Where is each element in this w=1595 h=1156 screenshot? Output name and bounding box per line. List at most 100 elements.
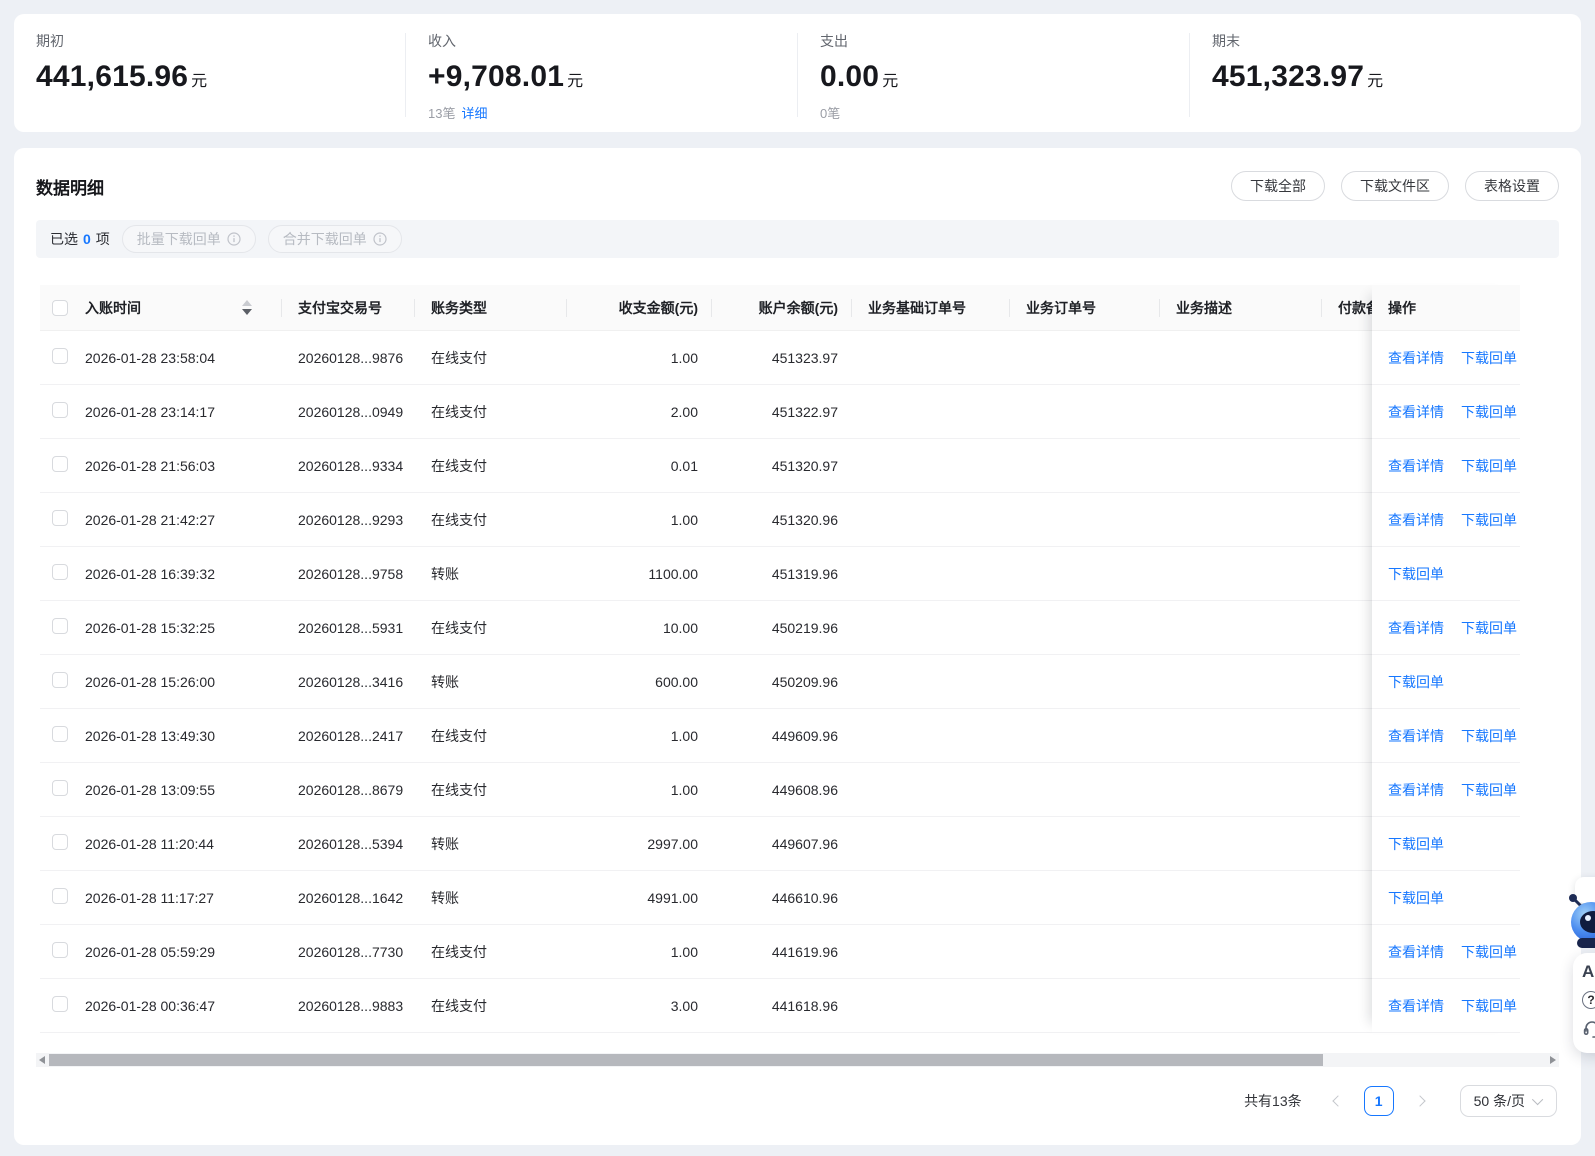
- page-size-select[interactable]: 50 条/页: [1459, 1085, 1557, 1117]
- scrollbar-track[interactable]: [48, 1053, 1547, 1067]
- view-details-link[interactable]: 查看详情: [1388, 618, 1444, 638]
- table-row: 2026-01-28 00:36:47 20260128...9883 在线支付 3.…: [40, 979, 1372, 1033]
- row-checkbox[interactable]: [52, 834, 68, 850]
- download-receipt-link[interactable]: 下载回单: [1461, 348, 1517, 368]
- scroll-left-arrow-icon[interactable]: [36, 1053, 48, 1067]
- sort-icon[interactable]: [242, 300, 252, 315]
- stat-label: 支出: [820, 33, 848, 49]
- stat-value: 0.00: [820, 60, 880, 93]
- help-question-icon[interactable]: ?: [1582, 990, 1595, 1009]
- checkbox-cell: [40, 402, 77, 421]
- stat-unit: 元: [1367, 73, 1384, 90]
- selected-prefix: 已选: [50, 231, 78, 247]
- cell-account-type: 在线支付: [431, 511, 487, 528]
- stat-value: 451,323.97: [1212, 60, 1365, 93]
- cell-time: 2026-01-28 15:32:25: [85, 619, 215, 636]
- table-row: 2026-01-28 23:14:17 20260128...0949 在线支付 2.…: [40, 385, 1372, 439]
- cell-amount: 0.01: [670, 457, 698, 474]
- page-title: 数据明细: [36, 178, 104, 198]
- view-details-link[interactable]: 查看详情: [1388, 348, 1444, 368]
- chevron-down-icon: [1531, 1093, 1544, 1106]
- header-amount: 收支金额(元): [567, 285, 712, 330]
- select-all-checkbox[interactable]: [52, 299, 68, 316]
- cell-txn-id: 20260128...5394: [298, 835, 404, 852]
- table-settings-button[interactable]: 表格设置: [1465, 171, 1559, 201]
- total-count-label: 共有13条: [1244, 1093, 1302, 1109]
- download-receipt-link[interactable]: 下载回单: [1461, 402, 1517, 422]
- download-receipt-link[interactable]: 下载回单: [1461, 780, 1517, 800]
- row-checkbox[interactable]: [52, 942, 68, 958]
- transactions-table: 入账时间 支付宝交易号 账务类型 收支金额(元) 账户余额(元) 业务基础订单号…: [40, 285, 1520, 1033]
- cell-account-type: 转账: [431, 889, 459, 906]
- cell-time: 2026-01-28 21:42:27: [85, 511, 215, 528]
- row-checkbox[interactable]: [52, 996, 68, 1012]
- row-checkbox[interactable]: [52, 510, 68, 526]
- cell-amount: 1.00: [670, 727, 698, 744]
- page-number-button[interactable]: 1: [1363, 1086, 1394, 1116]
- cell-amount: 1100.00: [648, 565, 698, 582]
- download-receipt-link[interactable]: 下载回单: [1461, 510, 1517, 530]
- download-receipt-link[interactable]: 下载回单: [1461, 726, 1517, 746]
- view-details-link[interactable]: 查看详情: [1388, 456, 1444, 476]
- next-page-button[interactable]: [1408, 1089, 1432, 1113]
- scroll-right-arrow-icon[interactable]: [1547, 1053, 1559, 1067]
- cell-time: 2026-01-28 11:17:27: [85, 889, 214, 906]
- ai-assistant-button[interactable]: A: [1582, 963, 1594, 981]
- download-receipt-link[interactable]: 下载回单: [1388, 834, 1444, 854]
- row-checkbox[interactable]: [52, 456, 68, 472]
- row-checkbox[interactable]: [52, 888, 68, 904]
- cell-account-type: 在线支付: [431, 619, 487, 636]
- download-receipt-link[interactable]: 下载回单: [1388, 672, 1444, 692]
- download-receipt-link[interactable]: 下载回单: [1461, 618, 1517, 638]
- row-checkbox[interactable]: [52, 402, 68, 418]
- download-receipt-link[interactable]: 下载回单: [1388, 564, 1444, 584]
- horizontal-scrollbar[interactable]: [36, 1053, 1559, 1067]
- download-receipt-link[interactable]: 下载回单: [1388, 888, 1444, 908]
- cell-balance: 451322.97: [771, 403, 838, 420]
- income-detail-link[interactable]: 详细: [461, 106, 487, 121]
- download-all-button[interactable]: 下载全部: [1231, 171, 1325, 201]
- view-details-link[interactable]: 查看详情: [1388, 996, 1444, 1016]
- row-checkbox[interactable]: [52, 618, 68, 634]
- row-actions: 查看详情 下载回单: [1372, 601, 1520, 655]
- download-receipt-link[interactable]: 下载回单: [1461, 456, 1517, 476]
- cell-account-type: 转账: [431, 835, 459, 852]
- stat-value: 441,615.96: [36, 60, 189, 93]
- cell-balance: 446610.96: [771, 889, 838, 906]
- row-checkbox[interactable]: [52, 564, 68, 580]
- cell-txn-id: 20260128...2417: [298, 727, 404, 744]
- cell-balance: 450219.96: [771, 619, 838, 636]
- scrollbar-thumb[interactable]: [49, 1054, 1324, 1066]
- cell-balance: 451319.96: [771, 565, 838, 582]
- table-row: 2026-01-28 21:56:03 20260128...9334 在线支付 0.…: [40, 439, 1372, 493]
- merge-download-receipts-button[interactable]: 合并下载回单: [267, 225, 402, 253]
- checkbox-cell: [40, 834, 77, 853]
- cell-amount: 1.00: [670, 943, 698, 960]
- view-details-link[interactable]: 查看详情: [1388, 402, 1444, 422]
- stat-label: 期初: [36, 33, 64, 49]
- cell-txn-id: 20260128...0949: [298, 403, 404, 420]
- cell-txn-id: 20260128...7730: [298, 943, 404, 960]
- row-checkbox[interactable]: [52, 780, 68, 796]
- download-receipt-link[interactable]: 下载回单: [1461, 942, 1517, 962]
- view-details-link[interactable]: 查看详情: [1388, 942, 1444, 962]
- cell-time: 2026-01-28 13:09:55: [85, 781, 215, 798]
- download-file-area-button[interactable]: 下载文件区: [1341, 171, 1449, 201]
- table-row: 2026-01-28 21:42:27 20260128...9293 在线支付 1.…: [40, 493, 1372, 547]
- batch-download-receipts-button[interactable]: 批量下载回单: [121, 225, 256, 253]
- row-checkbox[interactable]: [52, 672, 68, 688]
- view-details-link[interactable]: 查看详情: [1388, 726, 1444, 746]
- row-checkbox[interactable]: [52, 726, 68, 742]
- fixed-actions-column: 操作 查看详情 下载回单 查看详情 下载回单 查看详情 下载回单 查看详情 下载回单 下载回单查…: [1372, 285, 1520, 1033]
- row-checkbox[interactable]: [52, 348, 68, 364]
- row-actions: 下载回单: [1372, 547, 1520, 601]
- cell-amount: 1.00: [670, 349, 698, 366]
- download-receipt-link[interactable]: 下载回单: [1461, 996, 1517, 1016]
- cell-balance: 449607.96: [771, 835, 838, 852]
- prev-page-button[interactable]: [1326, 1089, 1350, 1113]
- view-details-link[interactable]: 查看详情: [1388, 510, 1444, 530]
- assistant-robot-icon[interactable]: [1561, 890, 1595, 950]
- table-row: 2026-01-28 15:26:00 20260128...3416 转账 600.…: [40, 655, 1372, 709]
- view-details-link[interactable]: 查看详情: [1388, 780, 1444, 800]
- customer-service-headset-icon[interactable]: [1582, 1018, 1595, 1041]
